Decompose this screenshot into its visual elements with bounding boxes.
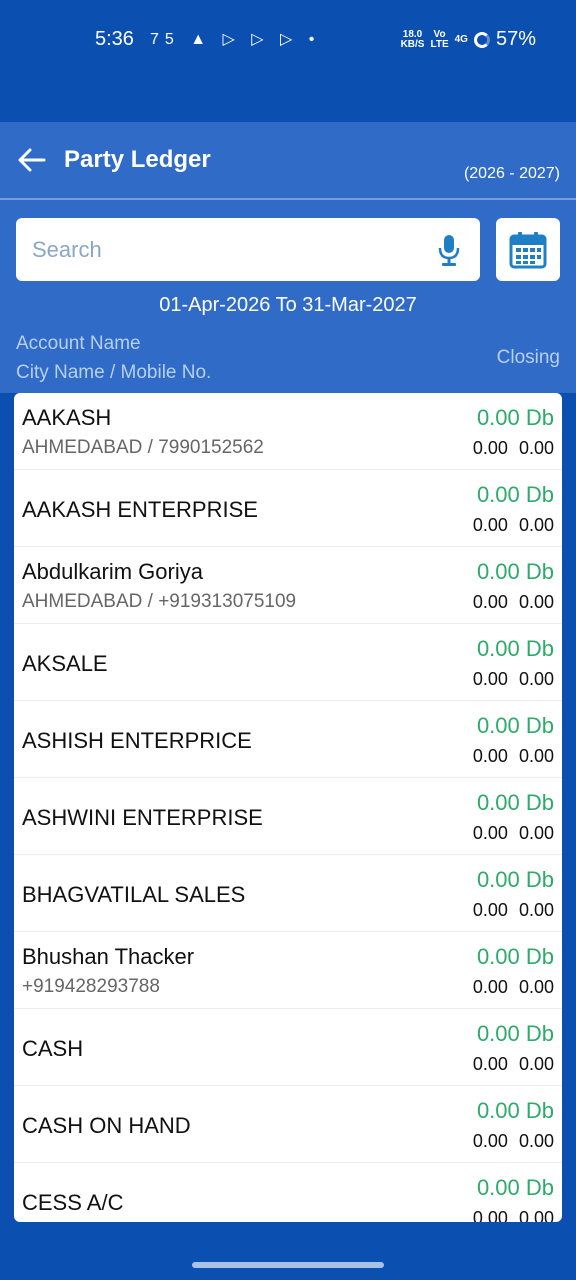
ledger-row[interactable]: Abdulkarim Goriya AHMEDABAD / +9193130751… xyxy=(14,547,562,624)
credit-value: 0.00 xyxy=(518,515,554,535)
credit-value: 0.00 xyxy=(518,746,554,766)
ledger-row[interactable]: AAKASH AHMEDABAD / 7990152562 0.00 Db 0.00 … xyxy=(14,393,562,470)
account-city-mobile: AHMEDABAD / 7990152562 xyxy=(22,437,264,458)
credit-value: 0.00 xyxy=(518,438,554,458)
app-header: Party Ledger (2026 - 2027) 01-Apr-2026 T… xyxy=(0,122,576,393)
account-name: Abdulkarim Goriya xyxy=(22,559,203,584)
account-name: CESS A/C xyxy=(22,1190,124,1215)
calendar-button[interactable] xyxy=(496,218,560,281)
closing-amount: 0.00 Db xyxy=(476,1021,554,1046)
debit-value: 0.00 xyxy=(472,1208,508,1222)
debit-value: 0.00 xyxy=(472,977,508,997)
debit-credit-values: 0.00 0.00 xyxy=(473,900,554,921)
debit-value: 0.00 xyxy=(472,900,508,920)
debit-credit-values: 0.00 0.00 xyxy=(473,823,554,844)
status-bar: 5:36 75 ▲ ▷ ▷ ▷ • 18.0 KB/S Vo LTE 4G 57… xyxy=(0,0,576,122)
closing-amount: 0.00 Db xyxy=(476,944,554,969)
account-name: Bhushan Thacker xyxy=(22,944,195,969)
status-time: 5:36 xyxy=(95,28,134,50)
ledger-list[interactable]: AAKASH AHMEDABAD / 7990152562 0.00 Db 0.00 … xyxy=(14,393,562,1222)
closing-amount: 0.00 Db xyxy=(476,636,554,661)
ledger-row[interactable]: CESS A/C 0.00 Db 0.00 0.00 xyxy=(14,1163,562,1222)
closing-amount: 0.00 Db xyxy=(476,713,554,738)
debit-value: 0.00 xyxy=(472,1054,508,1074)
debit-credit-values: 0.00 0.00 xyxy=(473,515,554,536)
account-name: ASHISH ENTERPRICE xyxy=(22,728,252,753)
battery-icon xyxy=(473,31,490,48)
debit-credit-values: 0.00 0.00 xyxy=(473,1208,554,1222)
closing-amount: 0.00 Db xyxy=(476,867,554,892)
account-name: AAKASH ENTERPRISE xyxy=(22,497,258,522)
navigation-bar xyxy=(0,1228,576,1280)
date-range[interactable]: 01-Apr-2026 To 31-Mar-2027 xyxy=(0,294,576,317)
debit-credit-values: 0.00 0.00 xyxy=(473,669,554,690)
account-name: BHAGVATILAL SALES xyxy=(22,882,246,907)
column-header-city: City Name / Mobile No. xyxy=(16,362,212,383)
closing-amount: 0.00 Db xyxy=(476,559,554,584)
account-city-mobile: AHMEDABAD / +919313075109 xyxy=(22,591,297,612)
closing-amount: 0.00 Db xyxy=(476,1098,554,1123)
debit-value: 0.00 xyxy=(472,592,508,612)
network-speed: 18.0 KB/S xyxy=(400,28,425,50)
volte-icon: Vo LTE xyxy=(430,28,449,50)
credit-value: 0.00 xyxy=(518,823,554,843)
credit-value: 0.00 xyxy=(518,1054,554,1074)
ledger-row[interactable]: AAKASH ENTERPRISE 0.00 Db 0.00 0.00 xyxy=(14,470,562,547)
debit-value: 0.00 xyxy=(472,746,508,766)
debit-credit-values: 0.00 0.00 xyxy=(473,438,554,459)
ledger-row[interactable]: ASHISH ENTERPRICE 0.00 Db 0.00 0.00 xyxy=(14,701,562,778)
debit-credit-values: 0.00 0.00 xyxy=(473,592,554,613)
debit-credit-values: 0.00 0.00 xyxy=(473,977,554,998)
account-name: CASH xyxy=(22,1036,84,1061)
debit-value: 0.00 xyxy=(472,1131,508,1151)
home-handle[interactable] xyxy=(192,1262,384,1268)
debit-credit-values: 0.00 0.00 xyxy=(473,746,554,767)
ledger-row[interactable]: Bhushan Thacker +919428293788 0.00 Db 0.00 … xyxy=(14,932,562,1009)
ledger-row[interactable]: AKSALE 0.00 Db 0.00 0.00 xyxy=(14,624,562,701)
microphone-icon[interactable] xyxy=(438,234,460,266)
debit-credit-values: 0.00 0.00 xyxy=(473,1131,554,1152)
closing-amount: 0.00 Db xyxy=(476,790,554,815)
status-right: 18.0 KB/S Vo LTE 4G 57% xyxy=(401,28,536,51)
closing-amount: 0.00 Db xyxy=(476,1175,554,1200)
credit-value: 0.00 xyxy=(518,900,554,920)
debit-value: 0.00 xyxy=(472,823,508,843)
debit-value: 0.00 xyxy=(472,669,508,689)
notification-icons: 75 ▲ ▷ ▷ ▷ • xyxy=(150,31,321,48)
financial-year: (2026 - 2027) xyxy=(463,165,560,182)
ledger-row[interactable]: CASH ON HAND 0.00 Db 0.00 0.00 xyxy=(14,1086,562,1163)
ledger-row[interactable]: BHAGVATILAL SALES 0.00 Db 0.00 0.00 xyxy=(14,855,562,932)
debit-value: 0.00 xyxy=(472,438,508,458)
credit-value: 0.00 xyxy=(518,1131,554,1151)
network-4g-icon: 4G xyxy=(454,33,468,45)
account-city-mobile: +919428293788 xyxy=(22,976,160,997)
credit-value: 0.00 xyxy=(518,592,554,612)
toolbar: Party Ledger (2026 - 2027) xyxy=(0,122,576,200)
column-header-account: Account Name xyxy=(16,333,141,354)
battery-level: 57% xyxy=(495,28,536,50)
ledger-row[interactable]: CASH 0.00 Db 0.00 0.00 xyxy=(14,1009,562,1086)
credit-value: 0.00 xyxy=(518,669,554,689)
credit-value: 0.00 xyxy=(518,1208,554,1222)
page-title: Party Ledger xyxy=(64,146,211,173)
calendar-icon xyxy=(509,232,547,269)
account-name: AAKASH xyxy=(22,405,112,430)
debit-credit-values: 0.00 0.00 xyxy=(473,1054,554,1075)
ledger-row[interactable]: ASHWINI ENTERPRISE 0.00 Db 0.00 0.00 xyxy=(14,778,562,855)
search-input[interactable] xyxy=(32,234,412,266)
closing-amount: 0.00 Db xyxy=(476,482,554,507)
account-name: ASHWINI ENTERPRISE xyxy=(22,805,263,830)
search-box[interactable] xyxy=(16,218,480,281)
account-name: AKSALE xyxy=(22,651,108,676)
account-name: CASH ON HAND xyxy=(22,1113,191,1138)
column-header-closing: Closing xyxy=(496,347,560,368)
closing-amount: 0.00 Db xyxy=(476,405,554,430)
debit-value: 0.00 xyxy=(472,515,508,535)
back-arrow-icon[interactable] xyxy=(16,144,48,176)
credit-value: 0.00 xyxy=(518,977,554,997)
